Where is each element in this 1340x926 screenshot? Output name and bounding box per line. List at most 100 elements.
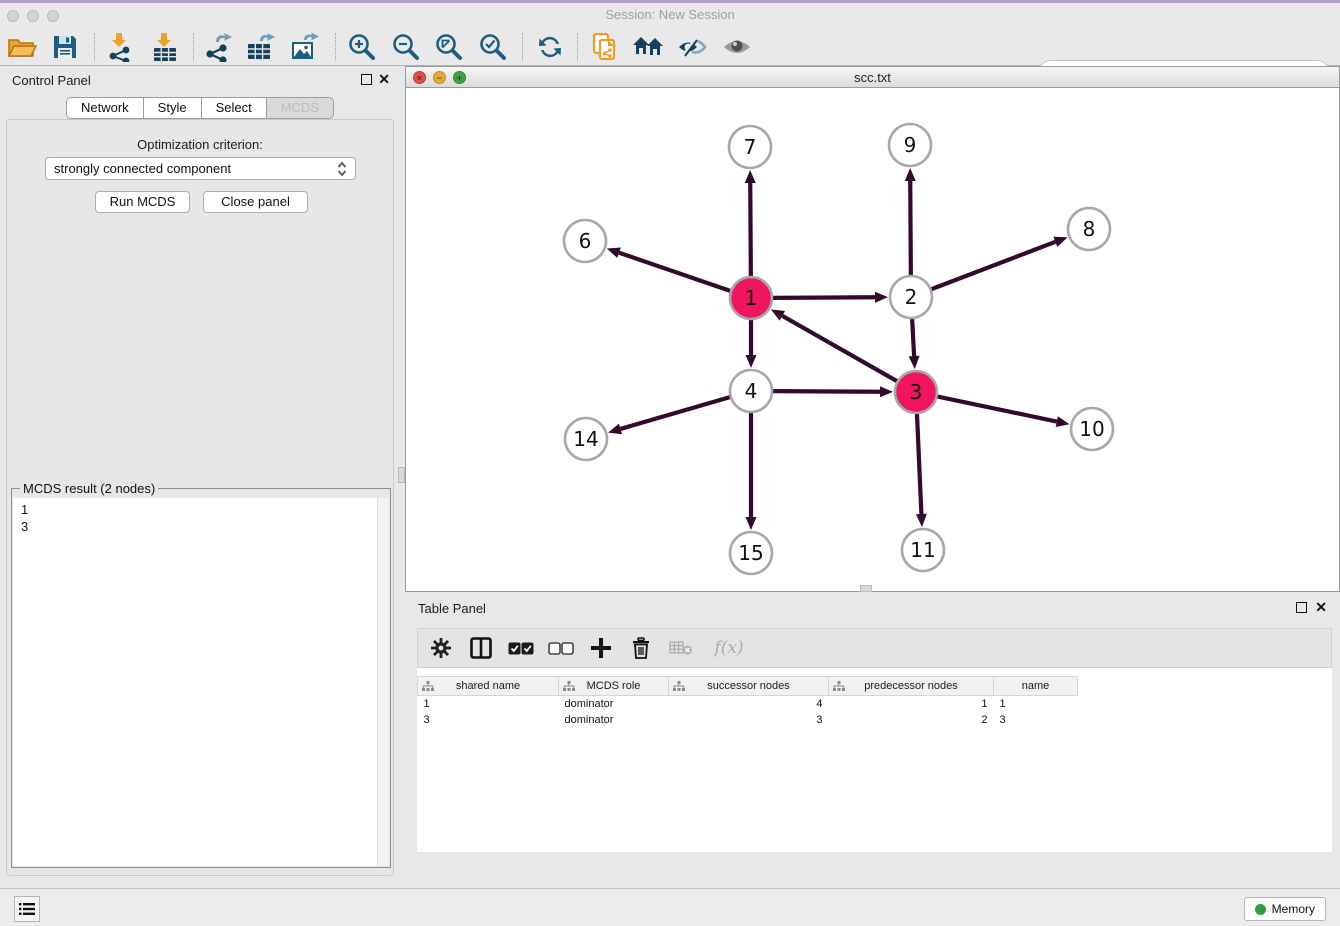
table-cell[interactable]: 2 xyxy=(829,712,994,728)
edge-3-11[interactable] xyxy=(916,414,927,527)
table-cell[interactable]: 1 xyxy=(418,696,559,712)
table-row[interactable]: 1dominator411 xyxy=(418,696,1090,712)
node-10[interactable]: 10 xyxy=(1071,408,1113,450)
table-header-row[interactable]: shared nameMCDS rolesuccessor nodesprede… xyxy=(418,677,1090,696)
column-header-predecessor-nodes[interactable]: predecessor nodes xyxy=(829,677,994,696)
import-network-icon[interactable] xyxy=(103,31,137,63)
node-6[interactable]: 6 xyxy=(564,220,606,262)
control-panel-title: Control Panel xyxy=(12,73,91,88)
optimization-criterion-select[interactable]: strongly connected component xyxy=(45,157,356,180)
svg-text:6: 6 xyxy=(579,229,592,253)
edge-1-7[interactable] xyxy=(745,170,756,276)
task-history-button[interactable] xyxy=(14,896,40,922)
open-file-icon[interactable] xyxy=(5,31,39,63)
table-panel: Table Panel ✕ xyxy=(405,594,1340,886)
node-11[interactable]: 11 xyxy=(902,529,944,571)
zoom-out-icon[interactable] xyxy=(389,31,423,63)
table-cell[interactable]: 1 xyxy=(829,696,994,712)
column-header-name[interactable]: name xyxy=(994,677,1078,696)
column-header-shared-name[interactable]: shared name xyxy=(418,677,559,696)
delete-table-icon xyxy=(668,635,694,661)
network-view-window: × − + scc.txt 7 9 6 8 1 2 4 3 14 10 15 11 xyxy=(405,66,1340,592)
edge-1-4[interactable] xyxy=(746,320,757,368)
svg-text:11: 11 xyxy=(910,538,935,562)
node-3[interactable]: 3 xyxy=(895,371,937,413)
edge-3-1[interactable] xyxy=(771,309,897,381)
node-9[interactable]: 9 xyxy=(889,124,931,166)
panel-splitter-handle[interactable] xyxy=(398,467,405,483)
node-1[interactable]: 1 xyxy=(730,277,772,319)
svg-text:4: 4 xyxy=(745,379,758,403)
edge-4-3[interactable] xyxy=(773,386,893,397)
node-8[interactable]: 8 xyxy=(1068,208,1110,250)
node-2[interactable]: 2 xyxy=(890,276,932,318)
table-row[interactable]: 3dominator323 xyxy=(418,712,1090,728)
function-builder-icon: f(x) xyxy=(708,635,750,661)
select-all-icon[interactable] xyxy=(508,635,534,661)
float-table-panel-icon[interactable] xyxy=(1296,602,1307,613)
result-scrollbar[interactable] xyxy=(377,498,389,866)
table-cell[interactable]: 3 xyxy=(669,712,829,728)
node-table[interactable]: shared nameMCDS rolesuccessor nodesprede… xyxy=(417,676,1090,728)
home-icon[interactable] xyxy=(631,31,665,63)
table-cell[interactable]: dominator xyxy=(559,712,669,728)
edge-2-8[interactable] xyxy=(932,237,1068,289)
edge-4-14[interactable] xyxy=(608,397,730,434)
svg-text:7: 7 xyxy=(744,135,757,159)
export-image-icon[interactable] xyxy=(288,31,322,63)
node-15[interactable]: 15 xyxy=(730,532,772,574)
tab-style[interactable]: Style xyxy=(144,97,202,119)
zoom-selected-icon[interactable] xyxy=(476,31,510,63)
close-table-panel-icon[interactable]: ✕ xyxy=(1315,598,1327,616)
network-canvas[interactable]: 7 9 6 8 1 2 4 3 14 10 15 11 xyxy=(406,89,1339,591)
run-mcds-button[interactable]: Run MCDS xyxy=(95,191,190,213)
table-cell[interactable]: 1 xyxy=(994,696,1078,712)
mcds-result-pane[interactable]: 13 xyxy=(13,498,389,866)
float-panel-icon[interactable] xyxy=(361,74,372,85)
column-header-successor-nodes[interactable]: successor nodes xyxy=(669,677,829,696)
table-cell[interactable]: 3 xyxy=(994,712,1078,728)
task-list-icon xyxy=(19,902,35,916)
column-header-MCDS-role[interactable]: MCDS role xyxy=(559,677,669,696)
table-cell[interactable]: dominator xyxy=(559,696,669,712)
delete-icon[interactable] xyxy=(628,635,654,661)
mcds-result-box: MCDS result (2 nodes) 13 xyxy=(11,488,391,868)
zoom-in-icon[interactable] xyxy=(345,31,379,63)
deselect-all-icon[interactable] xyxy=(548,635,574,661)
svg-text:1: 1 xyxy=(745,286,758,310)
refresh-icon[interactable] xyxy=(533,31,567,63)
edge-1-2[interactable] xyxy=(773,292,888,303)
table-cell[interactable]: 4 xyxy=(669,696,829,712)
export-network-icon[interactable] xyxy=(201,31,235,63)
show-visual-icon[interactable] xyxy=(720,31,754,63)
hide-visual-icon[interactable] xyxy=(675,31,709,63)
network-window-titlebar[interactable]: × − + scc.txt xyxy=(406,67,1339,88)
import-table-icon[interactable] xyxy=(148,31,182,63)
close-panel-icon[interactable]: ✕ xyxy=(378,70,390,88)
gear-icon[interactable] xyxy=(428,635,454,661)
columns-icon[interactable] xyxy=(468,635,494,661)
tab-network[interactable]: Network xyxy=(66,97,144,119)
copy-view-icon[interactable] xyxy=(588,31,622,63)
edge-4-15[interactable] xyxy=(746,413,757,530)
edge-2-3[interactable] xyxy=(909,319,920,369)
edge-2-9[interactable] xyxy=(905,168,916,275)
add-icon[interactable] xyxy=(588,635,614,661)
tab-mcds[interactable]: MCDS xyxy=(267,97,334,119)
node-7[interactable]: 7 xyxy=(729,126,771,168)
svg-text:9: 9 xyxy=(904,133,917,157)
save-session-icon[interactable] xyxy=(48,31,82,63)
table-splitter-handle[interactable] xyxy=(860,585,872,592)
zoom-fit-icon[interactable] xyxy=(432,31,466,63)
table-cell[interactable]: 3 xyxy=(418,712,559,728)
close-panel-button[interactable]: Close panel xyxy=(203,191,308,213)
tab-select[interactable]: Select xyxy=(202,97,267,119)
memory-button[interactable]: Memory xyxy=(1244,897,1326,921)
edge-3-10[interactable] xyxy=(938,397,1070,427)
export-table-icon[interactable] xyxy=(244,31,278,63)
node-4[interactable]: 4 xyxy=(730,370,772,412)
node-14[interactable]: 14 xyxy=(565,418,607,460)
edge-1-6[interactable] xyxy=(607,247,730,290)
table-toolbar: f(x) xyxy=(417,628,1332,668)
mcds-panel: Optimization criterion: strongly connect… xyxy=(6,119,394,876)
